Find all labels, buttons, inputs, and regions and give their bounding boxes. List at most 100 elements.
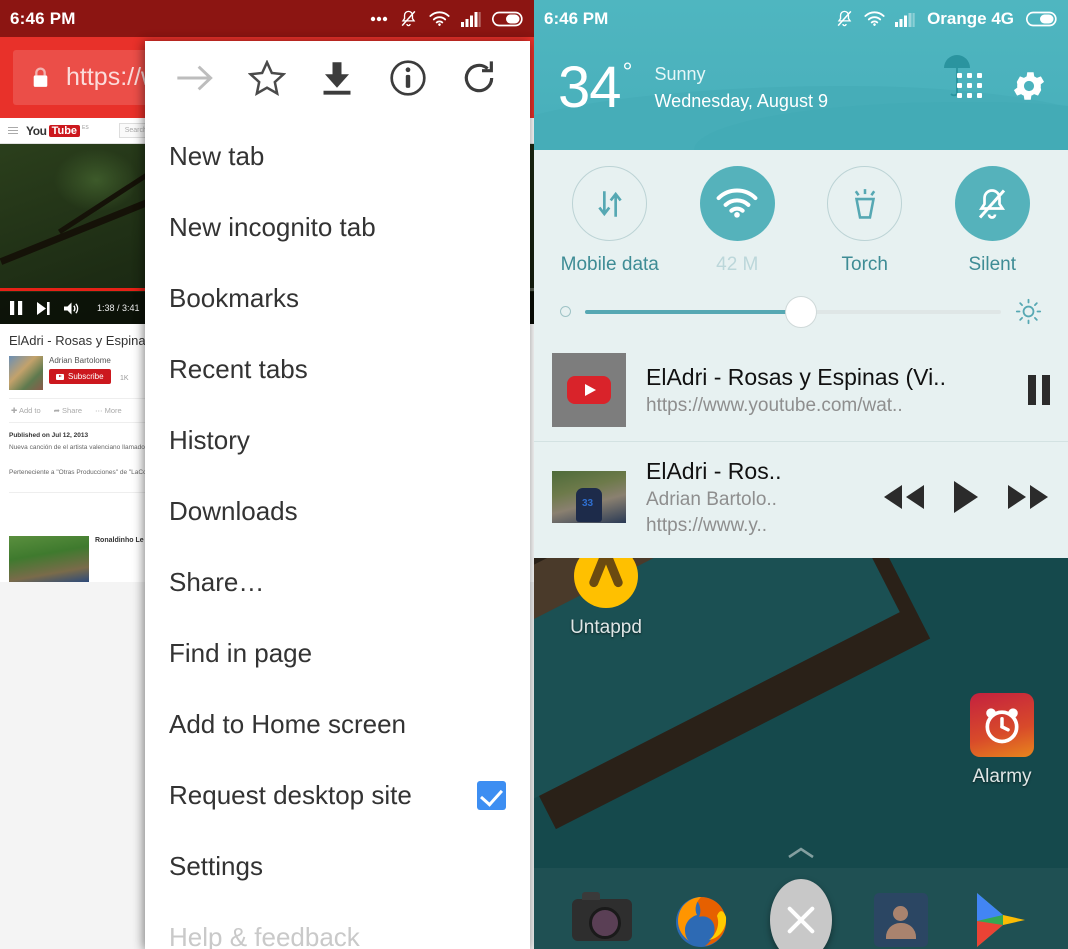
menu-item-label: Find in page: [169, 638, 313, 668]
more-button[interactable]: ⋯ More: [95, 406, 122, 415]
chevron-up-icon[interactable]: [787, 846, 815, 860]
player-time: 1:38 / 3:41: [97, 303, 140, 313]
notification-chrome-media[interactable]: ElAdri - Rosas y Espinas (Vi.. https://w…: [534, 339, 1068, 441]
weather-body: 34° Sunny Wednesday, August 9: [534, 37, 1068, 132]
menu-item-new-tab[interactable]: New tab: [145, 121, 530, 192]
subscribe-button[interactable]: Subscribe: [49, 369, 111, 384]
add-to-button[interactable]: ✚ Add to: [11, 406, 41, 415]
status-icons: Orange 4G: [835, 9, 1058, 29]
menu-item-request-desktop-site[interactable]: Request desktop site: [145, 760, 530, 831]
app-icon-play-store[interactable]: [969, 889, 1031, 949]
play-icon[interactable]: [952, 480, 980, 514]
menu-item-label: Bookmarks: [169, 283, 300, 313]
notification-media-player[interactable]: 33 ElAdri - Ros.. Adrian Bartolo.. https…: [534, 441, 1068, 552]
youtube-logo[interactable]: You Tube ES: [26, 124, 89, 138]
notification-subtitle: https://www.youtube.com/wat..: [646, 394, 903, 416]
signal-bars-icon: [895, 12, 915, 27]
menu-item-add-to-home-screen[interactable]: Add to Home screen: [145, 689, 530, 760]
close-icon: [769, 879, 832, 949]
menu-item-new-incognito-tab[interactable]: New incognito tab: [145, 192, 530, 263]
channel-name[interactable]: Adrian Bartolome: [49, 356, 129, 365]
pause-icon[interactable]: [10, 301, 23, 315]
battery-icon: [492, 11, 523, 26]
youtube-logo-you: You: [26, 123, 47, 138]
next-icon[interactable]: [37, 301, 50, 315]
star-icon[interactable]: [244, 55, 290, 101]
menu-item-history[interactable]: History: [145, 405, 530, 476]
bell-muted-icon: [837, 10, 852, 27]
menu-item-label: New tab: [169, 141, 265, 171]
close-recents-button[interactable]: [769, 879, 832, 949]
brightness-fill: [585, 309, 802, 314]
alarmy-icon: [970, 693, 1034, 758]
menu-item-recent-tabs[interactable]: Recent tabs: [145, 334, 530, 405]
menu-item-share[interactable]: Share…: [145, 547, 530, 618]
status-icons: [370, 9, 524, 28]
notification-text: ElAdri - Rosas y Espinas (Vi.. https://w…: [626, 362, 1012, 419]
quick-tile-mobile-data[interactable]: Mobile data: [555, 166, 665, 276]
hamburger-icon[interactable]: [8, 126, 18, 135]
next-icon[interactable]: [1006, 483, 1050, 511]
brightness-slider[interactable]: [534, 276, 1068, 328]
subscribe-label: Subscribe: [68, 372, 104, 381]
menu-item-bookmarks[interactable]: Bookmarks: [145, 263, 530, 334]
carrier-label: Orange 4G: [927, 8, 1014, 28]
quick-settings-panel: Mobile data 42 M Torch Silent: [534, 150, 1068, 339]
weather-header[interactable]: 6:46 PM Orange 4G 34° Sunny Wednesday, A…: [534, 0, 1068, 150]
wifi-icon: [699, 166, 775, 241]
youtube-icon: [552, 353, 626, 427]
volume-icon[interactable]: [64, 302, 79, 315]
right-status-bar: 6:46 PM Orange 4G: [534, 0, 1068, 37]
menu-item-find-in-page[interactable]: Find in page: [145, 618, 530, 689]
request-desktop-site-checkbox[interactable]: [477, 781, 506, 810]
app-icon-untappd[interactable]: Untappd: [546, 558, 666, 639]
weather-text-block: Sunny Wednesday, August 9: [655, 61, 828, 115]
page-info-icon[interactable]: [385, 55, 431, 101]
reload-icon[interactable]: [456, 55, 502, 101]
menu-item-label: Help & feedback: [169, 922, 360, 949]
media-controls: [866, 480, 1050, 514]
app-icon-alarmy[interactable]: Alarmy: [942, 693, 1062, 788]
notification-artist: Adrian Bartolo..: [646, 489, 777, 511]
weather-date: Wednesday, August 9: [654, 90, 828, 111]
app-icon-camera[interactable]: [571, 889, 633, 949]
brightness-knob[interactable]: [785, 295, 818, 328]
torch-icon: [827, 166, 903, 241]
pause-icon[interactable]: [1028, 375, 1050, 405]
quick-tile-wifi[interactable]: 42 M: [682, 166, 792, 276]
app-icon-contacts[interactable]: [870, 889, 932, 949]
share-button[interactable]: ➦ Share: [54, 406, 82, 415]
youtube-logo-tube: Tube: [48, 124, 81, 137]
previous-icon[interactable]: [882, 483, 926, 511]
thumbnail-number: 33: [582, 498, 594, 510]
menu-item-downloads[interactable]: Downloads: [145, 476, 530, 547]
chrome-overflow-menu: New tab New incognito tab Bookmarks Rece…: [145, 41, 530, 949]
download-icon[interactable]: [314, 55, 360, 101]
app-label: Alarmy: [972, 766, 1032, 788]
menu-item-settings[interactable]: Settings: [145, 831, 530, 902]
gear-icon[interactable]: [1010, 67, 1048, 105]
apps-grid-icon[interactable]: [957, 73, 982, 98]
quick-tile-silent[interactable]: Silent: [937, 166, 1047, 276]
app-icon-firefox[interactable]: [670, 889, 732, 949]
menu-item-list: New tab New incognito tab Bookmarks Rece…: [145, 114, 530, 949]
weather-temperature-block: 34°: [558, 58, 633, 117]
quick-tile-label: Torch: [841, 254, 888, 275]
brightness-track[interactable]: [585, 295, 1001, 328]
menu-icon-toolbar: [145, 41, 530, 114]
video-published-date: Published on Jul 12, 2013: [9, 432, 89, 439]
status-clock: 6:46 PM: [544, 8, 609, 28]
channel-avatar[interactable]: [9, 356, 43, 390]
forward-arrow-icon[interactable]: [173, 55, 219, 101]
bell-muted-icon: [954, 166, 1030, 241]
notification-list: ElAdri - Rosas y Espinas (Vi.. https://w…: [534, 339, 1068, 559]
more-dots-icon: [370, 16, 388, 21]
left-status-bar: 6:46 PM: [0, 0, 534, 37]
menu-item-label: History: [169, 425, 250, 455]
quick-tile-torch[interactable]: Torch: [810, 166, 920, 276]
description-line-2: Perteneciente a "Otras Producciones" de …: [9, 469, 147, 477]
menu-item-help-and-feedback[interactable]: Help & feedback: [145, 902, 530, 949]
wifi-icon: [429, 10, 450, 26]
quick-tile-label: 42 M: [716, 254, 759, 275]
quick-settings-tiles: Mobile data 42 M Torch Silent: [534, 166, 1068, 276]
